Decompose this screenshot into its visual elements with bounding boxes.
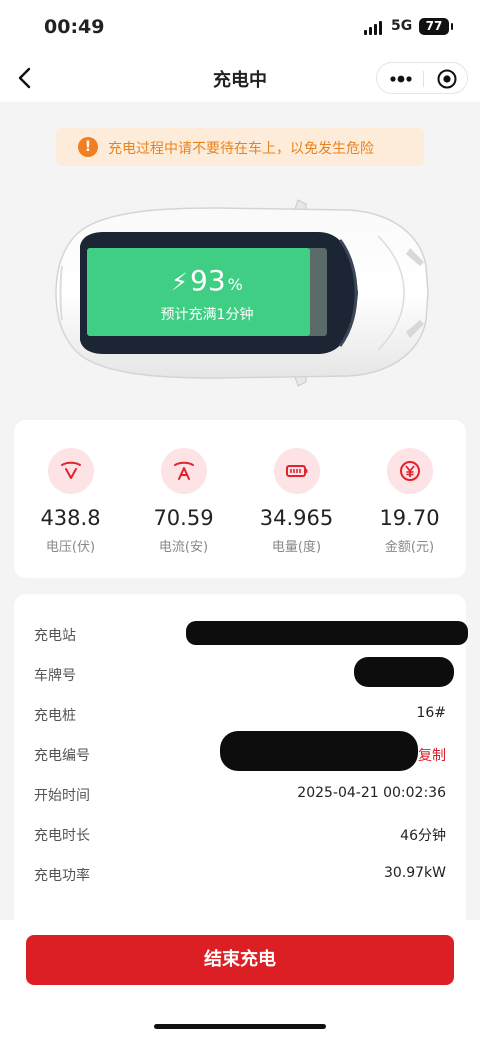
redaction-mark: [220, 731, 418, 771]
charge-percent-value: 93: [190, 264, 226, 297]
mini-program-capsule: [376, 62, 468, 94]
stat-voltage: 438.8 电压(伏): [14, 448, 127, 558]
stat-energy: 34.965 电量(度): [240, 448, 353, 558]
nav-bar: 充电中: [0, 54, 480, 102]
current-label: 电流(安): [158, 540, 209, 555]
battery-energy-icon: [274, 448, 320, 494]
end-charging-button[interactable]: 结束充电: [26, 935, 454, 985]
copy-order-button[interactable]: 复制: [418, 745, 446, 765]
charge-percentage: ⚡93%: [87, 264, 327, 297]
pile-label: 充电桩: [34, 708, 76, 724]
more-dots-icon: [390, 75, 412, 83]
amount-label: 金额(元): [384, 540, 435, 555]
stat-current: 70.59 电流(安): [127, 448, 240, 558]
start-value: 2025-04-21 00:02:36: [297, 785, 446, 801]
warning-text: 充电过程中请不要待在车上，以免发生危险: [108, 141, 374, 157]
stat-amount: 19.70 金额(元): [353, 448, 466, 558]
order-label: 充电编号: [34, 748, 90, 764]
yuan-amount-icon: [387, 448, 433, 494]
lightning-icon: ⚡: [171, 268, 188, 296]
energy-label: 电量(度): [271, 540, 322, 555]
status-bar: 00:49 5G 77: [0, 0, 480, 54]
info-row-power: 充电功率 30.97kW: [34, 863, 446, 885]
energy-value: 34.965: [259, 506, 334, 530]
current-value: 70.59: [153, 506, 214, 530]
more-button[interactable]: [387, 67, 415, 91]
plate-label: 车牌号: [34, 668, 76, 684]
voltage-label: 电压(伏): [45, 540, 96, 555]
info-row-station: 充电站: [34, 621, 468, 645]
start-label: 开始时间: [34, 788, 90, 804]
amount-value: 19.70: [379, 506, 440, 530]
target-close-icon: [437, 69, 457, 89]
exclamation-icon: !: [78, 137, 98, 157]
charge-eta: 预计充满1分钟: [160, 307, 254, 323]
info-row-pile: 充电桩 16#: [34, 703, 446, 725]
info-row-order: 充电编号 复制: [34, 731, 446, 771]
info-row-duration: 充电时长 46分钟: [34, 823, 446, 845]
power-value: 30.97kW: [383, 865, 446, 881]
duration-label: 充电时长: [34, 828, 90, 844]
redaction-mark: [354, 657, 454, 687]
redaction-mark: [186, 621, 468, 645]
status-time: 00:49: [44, 16, 105, 38]
current-icon: [161, 448, 207, 494]
battery-charge-display: ⚡93% 预计充满1分钟: [87, 248, 327, 336]
charging-stats-card: 438.8 电压(伏) 70.59 电流(安) 34.965 电量(度) 19.…: [14, 420, 466, 578]
signal-icon: [364, 21, 384, 35]
bottom-action-bar: 结束充电: [0, 920, 480, 1038]
info-row-start: 开始时间 2025-04-21 00:02:36: [34, 783, 446, 805]
network-type: 5G: [391, 18, 413, 34]
battery-icon: 77: [419, 18, 453, 35]
home-indicator[interactable]: [154, 1024, 326, 1029]
safety-warning-banner: ! 充电过程中请不要待在车上，以免发生危险: [56, 128, 424, 166]
info-row-plate: 车牌号: [34, 657, 454, 687]
capsule-divider: [423, 71, 424, 87]
power-label: 充电功率: [34, 868, 90, 884]
pile-value: 16#: [416, 705, 446, 721]
duration-value: 46分钟: [400, 828, 446, 844]
order-info-card: 充电站 车牌号 充电桩 16# 充电编号 复制 开始时间 2025-04-21 …: [14, 594, 468, 920]
voltage-value: 438.8: [40, 506, 101, 530]
voltage-icon: [48, 448, 94, 494]
station-label: 充电站: [34, 628, 76, 644]
percent-sign: %: [227, 275, 243, 294]
close-miniprogram-button[interactable]: [433, 67, 461, 91]
